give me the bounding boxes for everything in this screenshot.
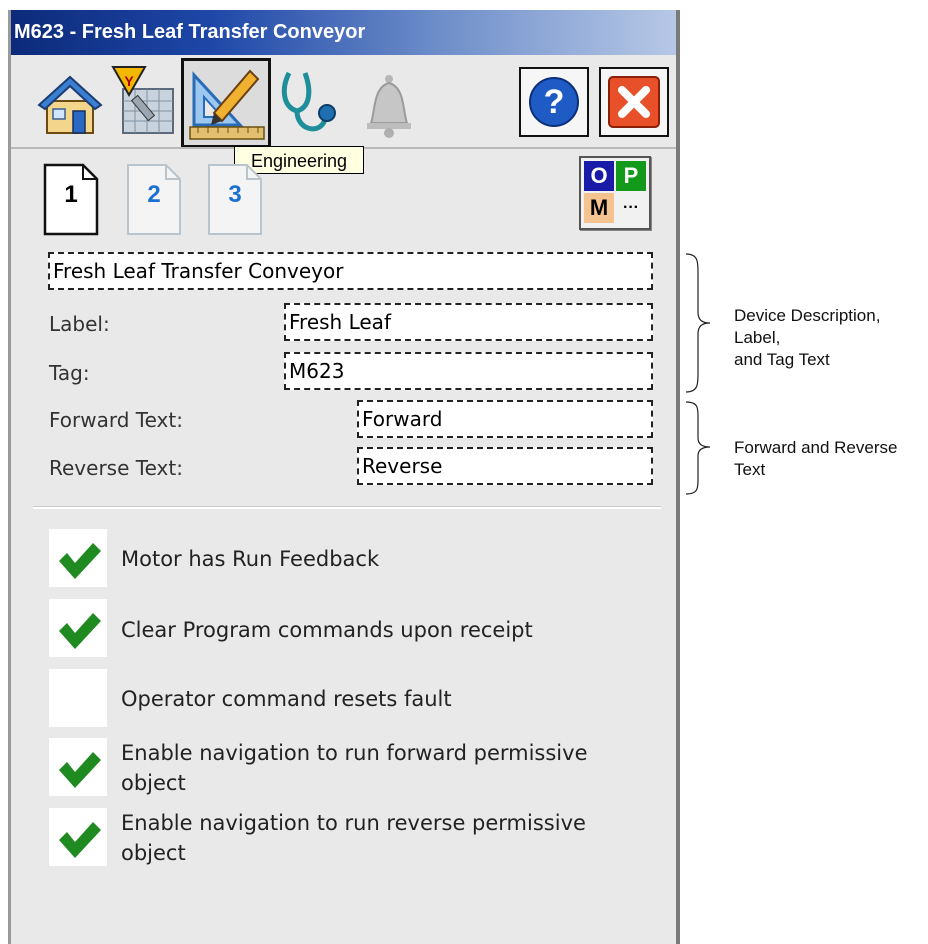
tag-caption: Tag: bbox=[49, 361, 90, 385]
operator-resets-fault-checkbox[interactable] bbox=[49, 669, 107, 727]
device-text-brace bbox=[685, 253, 711, 393]
page-tab-1[interactable]: 1 bbox=[43, 163, 99, 236]
page-tab-2[interactable]: 2 bbox=[126, 163, 182, 236]
fwd-rev-brace bbox=[685, 401, 711, 495]
device-text-annotation-line1: Device Description, Label, bbox=[734, 306, 881, 347]
diagnostics-icon[interactable] bbox=[277, 69, 343, 139]
fwd-rev-annotation: Forward and Reverse Text bbox=[734, 438, 898, 479]
run-feedback-checkbox[interactable] bbox=[49, 529, 107, 587]
forward-text-field[interactable]: Forward bbox=[357, 400, 653, 438]
check-icon bbox=[59, 752, 101, 788]
device-text-annotation: Device Description, Label, and Tag Text bbox=[734, 305, 928, 371]
faceplate-window: M623 - Fresh Leaf Transfer Conveyor Y ? … bbox=[8, 10, 680, 944]
clear-program-commands-checkbox[interactable] bbox=[49, 599, 107, 657]
help-button[interactable]: ? bbox=[519, 67, 589, 137]
reverse-text-field[interactable]: Reverse bbox=[357, 447, 653, 485]
page-tab-3-label: 3 bbox=[228, 181, 242, 208]
check-icon bbox=[59, 822, 101, 858]
opm-m-label: M bbox=[584, 193, 614, 223]
section-divider bbox=[33, 506, 661, 509]
page-tab-3[interactable]: 3 bbox=[207, 163, 263, 236]
opm-button[interactable]: O P M ··· bbox=[579, 156, 651, 230]
close-icon bbox=[608, 76, 660, 128]
alarm-bell-icon[interactable] bbox=[361, 73, 417, 139]
clear-program-commands-label: Clear Program commands upon receipt bbox=[121, 618, 533, 642]
opm-o-label: O bbox=[584, 161, 614, 191]
device-description-field[interactable]: Fresh Leaf Transfer Conveyor bbox=[48, 252, 653, 290]
opm-more-label: ··· bbox=[616, 193, 646, 223]
close-button[interactable] bbox=[599, 67, 669, 137]
page-tab-2-label: 2 bbox=[147, 181, 161, 208]
device-text-annotation-line2: and Tag Text bbox=[734, 350, 830, 369]
forward-permissive-nav-label: Enable navigation to run forward permiss… bbox=[121, 741, 588, 795]
forward-permissive-nav-checkbox[interactable] bbox=[49, 738, 107, 796]
home-icon[interactable] bbox=[37, 73, 103, 135]
toolbar: Y ? bbox=[11, 55, 676, 148]
opm-p-label: P bbox=[616, 161, 646, 191]
reverse-permissive-nav-label: Enable navigation to run reverse permiss… bbox=[121, 811, 586, 865]
run-feedback-label: Motor has Run Feedback bbox=[121, 547, 380, 571]
label-field[interactable]: Fresh Leaf bbox=[284, 303, 653, 341]
label-caption: Label: bbox=[49, 312, 110, 336]
check-icon bbox=[59, 543, 101, 579]
reverse-text-caption: Reverse Text: bbox=[49, 456, 183, 480]
reverse-permissive-nav-checkbox[interactable] bbox=[49, 808, 107, 866]
engineering-tab-button[interactable] bbox=[181, 58, 271, 148]
help-label: ? bbox=[543, 83, 565, 121]
page-tab-1-label: 1 bbox=[64, 181, 78, 208]
window-title: M623 - Fresh Leaf Transfer Conveyor bbox=[11, 10, 676, 55]
svg-text:Y: Y bbox=[124, 73, 134, 89]
tag-field[interactable]: M623 bbox=[284, 352, 653, 390]
forward-text-caption: Forward Text: bbox=[49, 408, 183, 432]
operator-resets-fault-label: Operator command resets fault bbox=[121, 687, 452, 711]
maintenance-icon[interactable]: Y bbox=[111, 65, 177, 137]
engineering-icon bbox=[189, 69, 265, 140]
check-icon bbox=[59, 613, 101, 649]
